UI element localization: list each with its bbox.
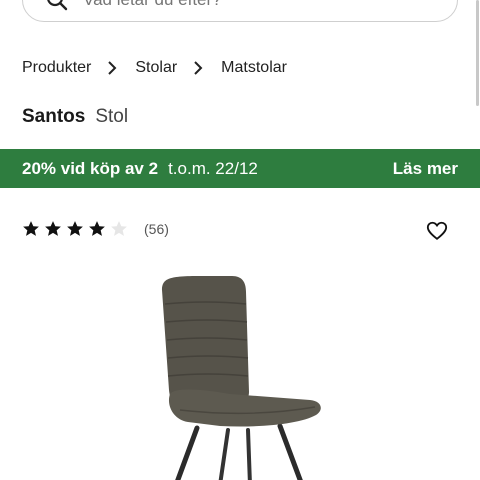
star-icon xyxy=(67,221,83,236)
read-more-link[interactable]: Läs mer xyxy=(393,159,458,179)
search-bar[interactable] xyxy=(22,0,458,22)
breadcrumb-item-dining-chairs[interactable]: Matstolar xyxy=(221,59,287,77)
promo-date: t.o.m. 22/12 xyxy=(168,158,258,178)
star-icon xyxy=(111,221,127,236)
breadcrumb-item-products[interactable]: Produkter xyxy=(22,59,91,77)
product-name: Santos xyxy=(22,106,86,127)
promo-offer: 20% vid köp av 2 xyxy=(22,158,159,178)
star-icon xyxy=(23,221,39,236)
search-icon[interactable] xyxy=(45,0,69,12)
review-count[interactable]: (56) xyxy=(144,221,169,237)
chevron-right-icon xyxy=(107,61,117,75)
star-icon xyxy=(89,221,105,236)
chevron-right-icon xyxy=(193,61,203,75)
product-image xyxy=(162,276,321,480)
scrollbar[interactable] xyxy=(474,0,480,108)
rating[interactable]: (56) xyxy=(22,220,169,238)
search-input[interactable] xyxy=(83,0,423,10)
product-type: Stol xyxy=(95,106,129,127)
product-title: Santos Stol xyxy=(22,106,128,128)
scrollbar-thumb[interactable] xyxy=(476,0,479,106)
breadcrumb-item-chairs[interactable]: Stolar xyxy=(135,59,177,77)
heart-icon[interactable] xyxy=(426,220,448,242)
breadcrumb: Produkter Stolar Matstolar xyxy=(22,58,287,78)
promo-banner[interactable]: 20% vid köp av 2 t.o.m. 22/12 Läs mer xyxy=(0,149,480,188)
star-rating xyxy=(22,220,128,238)
star-icon xyxy=(45,221,61,236)
